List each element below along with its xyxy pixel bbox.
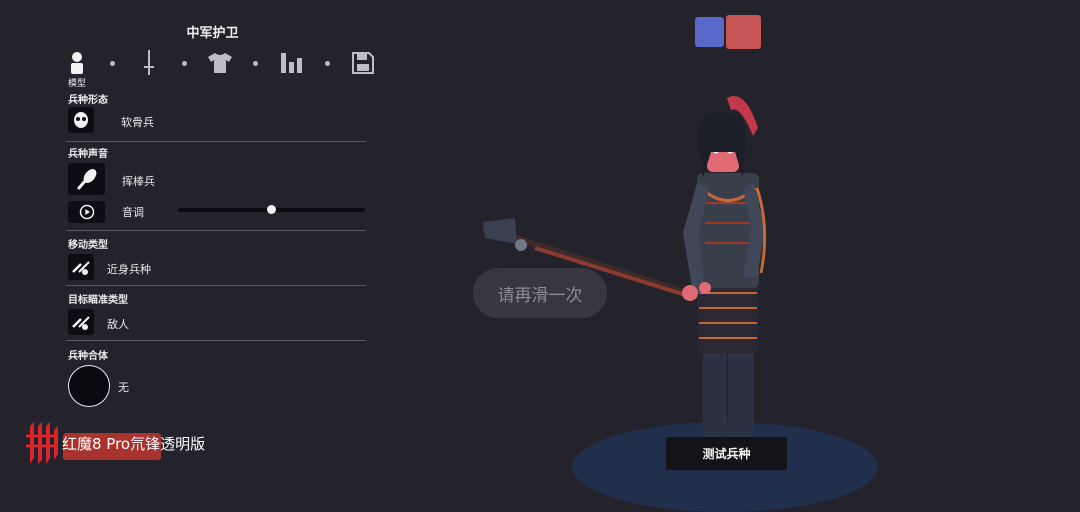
editor-tabs (60, 48, 380, 78)
unit-form-label: 兵种形态 (68, 95, 108, 106)
test-unit-button[interactable]: 测试兵种 (666, 437, 787, 470)
tab-weapon[interactable] (132, 49, 166, 77)
pitch-label: 音调 (122, 206, 144, 219)
save-icon (352, 52, 374, 74)
person-icon (71, 52, 83, 74)
device-watermark: 红魔8 Pro氘锋透明版 (62, 435, 206, 453)
play-voice-button[interactable] (68, 201, 105, 223)
unit-voice-label: 兵种声音 (68, 149, 108, 160)
pitch-slider-knob[interactable] (267, 205, 276, 214)
target-enemy-icon (72, 316, 90, 330)
unit-combine-value: 无 (118, 381, 129, 394)
target-type-value: 敌人 (107, 318, 129, 331)
stats-icon (280, 53, 302, 73)
shirt-icon (208, 53, 232, 73)
unit-form-selector[interactable] (68, 107, 94, 133)
target-type-label: 目标瞄准类型 (68, 295, 128, 306)
tab-separator (324, 60, 330, 66)
unit-name-title: 中军护卫 (186, 26, 239, 41)
team-color-red-button[interactable] (726, 15, 761, 49)
movement-type-selector[interactable] (68, 254, 94, 280)
brand-logo-icon (26, 422, 58, 464)
tab-model-label: 模型 (68, 79, 87, 89)
divider (66, 230, 366, 231)
mask-icon (74, 112, 88, 128)
tab-separator (253, 60, 259, 66)
club-icon (77, 169, 96, 190)
divider (66, 340, 366, 341)
unit-combine-selector[interactable] (68, 365, 110, 407)
unit-voice-value: 挥棒兵 (122, 175, 155, 188)
tab-stats[interactable] (275, 49, 309, 77)
play-icon (79, 204, 94, 220)
tab-model[interactable] (60, 49, 94, 77)
movement-type-label: 移动类型 (68, 240, 108, 251)
sword-icon (143, 50, 154, 75)
melee-icon (72, 261, 90, 275)
tab-clothing[interactable] (203, 49, 237, 77)
tab-save[interactable] (346, 49, 380, 77)
swipe-again-toast: 请再滑一次 (473, 268, 607, 318)
unit-form-value: 软骨兵 (121, 116, 154, 129)
target-type-selector[interactable] (68, 309, 94, 335)
unit-voice-selector[interactable] (68, 163, 105, 195)
divider (66, 141, 366, 142)
tab-separator (110, 60, 116, 66)
divider (66, 285, 366, 286)
team-color-blue-button[interactable] (695, 17, 724, 47)
tab-separator (181, 60, 187, 66)
movement-type-value: 近身兵种 (107, 263, 151, 276)
unit-combine-label: 兵种合体 (68, 351, 108, 362)
